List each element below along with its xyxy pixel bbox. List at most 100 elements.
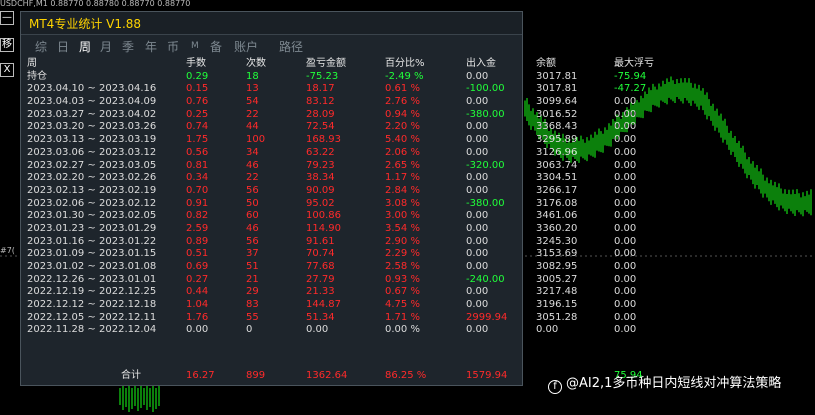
cell-col-5: 0.00: [466, 248, 489, 260]
tab-6[interactable]: 币: [167, 38, 179, 55]
cell-col-4: 2.65 %: [385, 159, 420, 171]
cell-col-2: 13: [246, 83, 259, 95]
tab-4[interactable]: 季: [122, 38, 134, 55]
total-row: 合计 16.27 899 1362.64 86.25 % 1579.94 75.94: [21, 369, 643, 383]
cell-col-1: 0.82: [186, 210, 209, 222]
tab-5[interactable]: 年: [145, 38, 157, 55]
cell-col-1: 0.25: [186, 108, 209, 120]
cell-col-4: 百分比%: [385, 58, 425, 69]
chart-price-marker: #7(: [0, 246, 15, 255]
move-button[interactable]: 移: [0, 38, 14, 52]
cell-col-5: 0.00: [466, 286, 489, 298]
cell-col-0: 2023.02.20 ~ 2023.02.26: [27, 172, 157, 184]
cell-col-5: -320.00: [466, 159, 505, 171]
cell-col-3: 83.12: [306, 96, 335, 108]
cell-col-7: -75.94: [614, 70, 647, 82]
cell-col-7: 0.00: [614, 222, 637, 234]
cell-col-0: 2023.03.13 ~ 2023.03.19: [27, 134, 157, 146]
table-row: 2022.12.12 ~ 2022.12.18 1.04 83 144.87 4.75 …: [21, 299, 636, 312]
cell-col-1: 1.04: [186, 299, 209, 311]
cell-col-7: 0.00: [614, 311, 637, 323]
table-row: 2023.03.13 ~ 2023.03.19 1.75 100 168.93 5.40…: [21, 134, 636, 147]
tab-1[interactable]: 日: [57, 38, 69, 55]
cell-col-0: 2022.12.19 ~ 2022.12.25: [27, 286, 157, 298]
cell-col-7: 0.00: [614, 210, 637, 222]
cell-col-3: 95.02: [306, 197, 335, 209]
cell-col-5: -380.00: [466, 197, 505, 209]
social-logo-icon: f: [548, 380, 562, 394]
cell-col-0: 2023.01.02 ~ 2023.01.08: [27, 261, 157, 272]
cell-col-5: 0.00: [466, 146, 489, 158]
cell-col-2: 100: [246, 134, 266, 146]
cell-col-1: 0.70: [186, 184, 209, 196]
tab-0[interactable]: 综: [35, 38, 47, 55]
watermark: f @AI2,1多币种日内短线对冲算法策略: [548, 372, 781, 394]
cell-col-4: 2.58 %: [385, 261, 420, 272]
cell-col-4: 4.75 %: [385, 299, 420, 311]
tab-10[interactable]: 路径: [279, 38, 303, 55]
panel-titlebar[interactable]: MT4专业统计 V1.88: [21, 12, 522, 35]
cell-col-6: 3016.52: [536, 108, 578, 120]
cell-col-6: 3063.74: [536, 159, 578, 171]
cell-col-1: 0.44: [186, 286, 209, 298]
cell-col-6: 3217.48: [536, 286, 578, 298]
cell-col-7: 0.00: [614, 248, 637, 260]
cell-col-5: 出入金: [466, 58, 496, 69]
cell-col-7: 0.00: [614, 134, 637, 146]
cell-col-3: -75.23: [306, 70, 339, 82]
cell-col-2: 46: [246, 159, 259, 171]
cell-col-1: 0.29: [186, 70, 209, 82]
cell-col-5: 0.00: [466, 96, 489, 108]
cell-col-2: 83: [246, 299, 259, 311]
cell-col-0: 2023.04.03 ~ 2023.04.09: [27, 96, 157, 108]
cell-col-3: 盈亏金额: [306, 58, 346, 69]
cell-col-3: 70.74: [306, 248, 335, 260]
tab-2[interactable]: 周: [79, 38, 91, 55]
cell-col-2: 21: [246, 273, 259, 285]
cell-col-4: 0.61 %: [385, 83, 420, 95]
cell-col-4: 3.54 %: [385, 222, 420, 234]
tab-7[interactable]: M: [191, 41, 199, 51]
cell-col-6: 3126.96: [536, 146, 578, 158]
minimize-button[interactable]: —: [0, 11, 14, 25]
cell-col-0: 2023.02.27 ~ 2023.03.05: [27, 159, 157, 171]
cell-col-2: 次数: [246, 58, 266, 69]
cell-col-1: 0.89: [186, 235, 209, 247]
cell-col-0: 2022.11.28 ~ 2022.12.04: [27, 324, 157, 336]
cell-col-4: 2.76 %: [385, 96, 420, 108]
total-col-2: 899: [246, 370, 266, 381]
cell-col-1: 0.00: [186, 324, 209, 336]
total-col-1: 16.27: [186, 370, 215, 381]
cell-col-7: 0.00: [614, 235, 637, 247]
cell-col-3: 0.00: [306, 324, 329, 336]
cell-col-2: 44: [246, 121, 259, 133]
cell-col-6: 0.00: [536, 324, 559, 336]
cell-col-0: 周: [27, 58, 37, 69]
cell-col-7: 0.00: [614, 197, 637, 209]
cell-col-0: 2023.01.09 ~ 2023.01.15: [27, 248, 157, 260]
cell-col-0: 2023.04.10 ~ 2023.04.16: [27, 83, 157, 95]
cell-col-0: 2023.03.27 ~ 2023.04.02: [27, 108, 157, 120]
cell-col-3: 114.90: [306, 222, 341, 234]
cell-col-4: 2.06 %: [385, 146, 420, 158]
cell-col-3: 168.93: [306, 134, 341, 146]
cell-col-0: 2023.02.06 ~ 2023.02.12: [27, 197, 157, 209]
cell-col-3: 28.09: [306, 108, 335, 120]
cell-col-1: 1.76: [186, 311, 209, 323]
table-row: 2023.01.09 ~ 2023.01.15 0.51 37 70.74 2.29 %…: [21, 248, 636, 261]
cell-col-6: 3295.89: [536, 134, 578, 146]
cell-col-7: 0.00: [614, 146, 637, 158]
table-row: 2022.12.26 ~ 2023.01.01 0.27 21 27.79 0.93 %…: [21, 273, 636, 287]
cell-col-7: 0.00: [614, 324, 637, 336]
tab-3[interactable]: 月: [100, 38, 112, 55]
cell-col-2: 55: [246, 311, 259, 323]
cell-col-3: 63.22: [306, 146, 335, 158]
cell-col-0: 2022.12.05 ~ 2022.12.11: [27, 311, 157, 323]
total-col-3: 1362.64: [306, 370, 348, 381]
tab-8[interactable]: 备: [210, 38, 222, 55]
cell-col-1: 0.81: [186, 159, 209, 171]
close-button[interactable]: X: [0, 63, 14, 77]
tab-9[interactable]: 账户: [234, 38, 258, 55]
cell-col-7: 0.00: [614, 159, 637, 171]
cell-col-4: 1.71 %: [385, 311, 420, 323]
